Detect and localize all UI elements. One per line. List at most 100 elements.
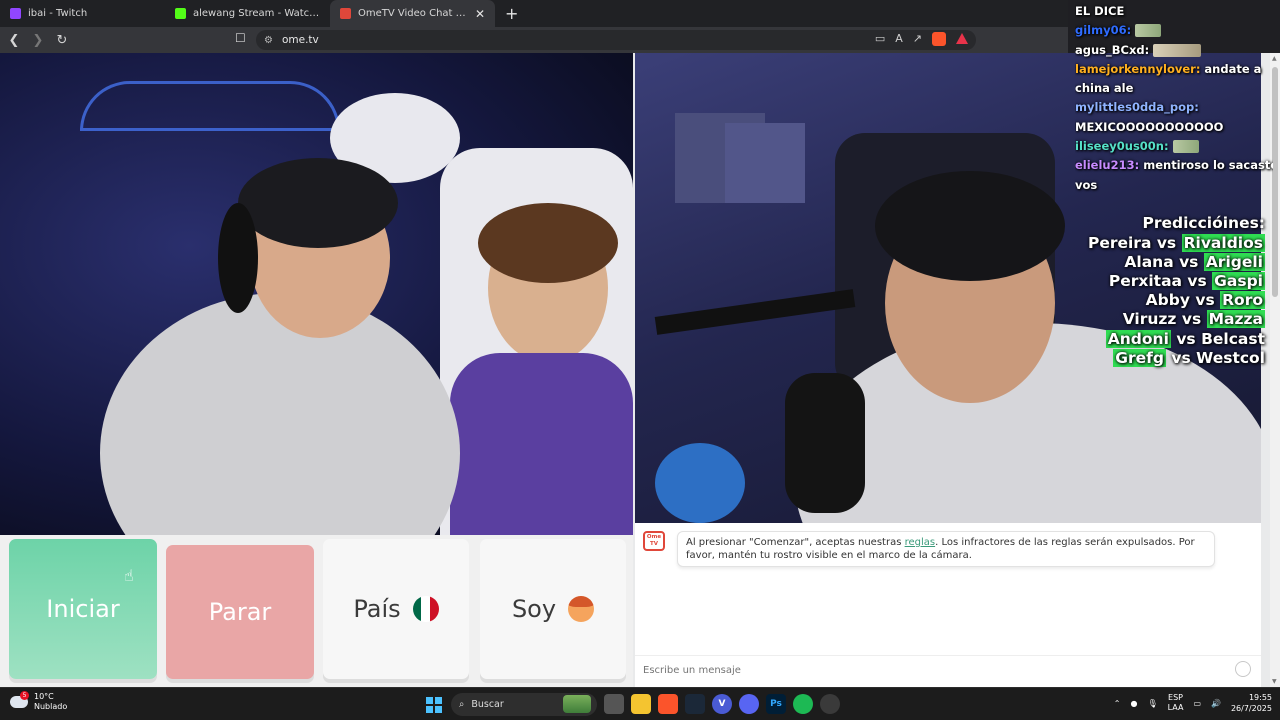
steam-icon[interactable] [685, 694, 705, 714]
new-tab-button[interactable]: + [495, 0, 528, 27]
volume-icon[interactable]: 🔊 [1211, 699, 1221, 708]
neon-light [80, 81, 340, 131]
brave-browser-icon[interactable] [658, 694, 678, 714]
tray-overflow-icon[interactable]: ⌃ [1114, 699, 1121, 708]
microphone-icon[interactable]: 🎙 [1147, 699, 1157, 708]
start-label: Iniciar [46, 595, 120, 623]
start-button[interactable]: Iniciar [9, 539, 157, 679]
prediction-line: Pereira vs Rivaldios [1068, 233, 1265, 253]
twitch-icon [10, 8, 21, 19]
chat-message: iliseey0us00n: [1075, 137, 1273, 156]
prediction-vs: vs [1181, 310, 1202, 329]
stop-label: Parar [208, 598, 272, 626]
notification-badge: 5 [20, 691, 29, 700]
ometv-icon [340, 8, 351, 19]
system-tray: ⌃ ● 🎙 ESP LAA ▭ 🔊 19:55 26/7/2025 [1114, 692, 1272, 714]
network-icon[interactable]: ▭ [1193, 699, 1201, 708]
chat-username: mylittles0dda_pop: [1075, 100, 1199, 115]
rules-link[interactable]: reglas [905, 537, 936, 548]
microphone-arm [654, 289, 856, 335]
person-beanie [238, 158, 398, 248]
discord-icon[interactable] [739, 694, 759, 714]
message-composer [635, 655, 1261, 683]
cast-icon[interactable]: ▭ [875, 32, 885, 46]
stop-button[interactable]: Parar [166, 545, 314, 679]
clock-date: 26/7/2025 [1230, 704, 1272, 713]
pillow-shirt [450, 353, 633, 535]
url-field[interactable]: ⚙ ome.tv ▭ A ↗ [256, 30, 976, 50]
wall-frame [725, 123, 805, 203]
chat-text: mentiroso lo sacaste [1143, 158, 1273, 173]
weather-widget[interactable]: 5 10°C Nublado [10, 691, 67, 712]
kick-icon [175, 8, 186, 19]
search-label: Buscar [471, 699, 504, 710]
tray-app-icon[interactable]: ● [1130, 699, 1137, 708]
prediction-team-a: Alana [1124, 252, 1174, 271]
boy-emoji-icon [568, 596, 595, 622]
taskbar-search[interactable]: ⌕ Buscar [451, 693, 597, 716]
prediction-team-b: Rivaldios [1181, 233, 1265, 252]
tab-twitch[interactable]: ibai - Twitch [0, 0, 165, 27]
reload-icon[interactable]: ↻ [52, 33, 72, 48]
taskbar-apps: V Ps [604, 694, 840, 714]
browser-tab-bar: ibai - Twitch alewang Stream - Watch Liv… [0, 0, 1068, 27]
prediction-vs: vs [1171, 348, 1191, 367]
tab-ometv[interactable]: OmeTV Video Chat — Omegle ✕ [330, 0, 495, 27]
gender-label: Soy [511, 595, 557, 623]
prediction-team-a: Abby [1145, 291, 1190, 310]
tab-kick[interactable]: alewang Stream - Watch Live on Kick [165, 0, 330, 27]
brave-shields-icon[interactable] [932, 32, 946, 46]
back-arrow-icon[interactable]: ❮ [4, 33, 24, 48]
address-bar: ❮ ❯ ↻ ☐ ⚙ ome.tv ▭ A ↗ [0, 27, 1068, 53]
translate-icon[interactable]: A [895, 32, 903, 46]
emote-icon [1153, 43, 1202, 57]
prediction-vs: vs [1187, 271, 1207, 290]
close-tab-icon[interactable]: ✕ [475, 7, 485, 21]
emoji-icon[interactable] [1235, 661, 1251, 677]
prediction-team-b: Mazza [1206, 310, 1265, 329]
prediction-line: Alana vs Arigeli [1068, 252, 1265, 272]
country-label: País [353, 595, 401, 623]
rules-notice: Al presionar "Comenzar", aceptas nuestra… [677, 531, 1215, 567]
language-indicator[interactable]: ESP LAA [1168, 693, 1184, 713]
prediction-vs: vs [1176, 329, 1196, 348]
brave-rewards-icon[interactable] [956, 33, 968, 44]
chat-username: iliseey0us00n: [1075, 139, 1169, 154]
file-explorer-icon[interactable] [631, 694, 651, 714]
prediction-vs: vs [1195, 291, 1215, 310]
country-selector[interactable]: País [323, 539, 469, 679]
prediction-line: Abby vs Roro [1068, 291, 1265, 310]
site-settings-icon[interactable]: ⚙ [264, 35, 273, 46]
prediction-vs: vs [1156, 233, 1177, 252]
chat-message: china ale [1075, 79, 1273, 98]
pillow-hair [478, 203, 618, 283]
scroll-down-icon[interactable]: ▼ [1272, 678, 1277, 685]
clock[interactable]: 19:55 26/7/2025 [1231, 692, 1272, 714]
prediction-line: Perxitaa vs Gaspi [1068, 271, 1265, 291]
control-panel: Iniciar Parar País Soy [0, 535, 633, 687]
microphone [785, 373, 865, 513]
predictions-title: Prediccióines: [1142, 214, 1265, 232]
prediction-team-a: Perxitaa [1108, 271, 1183, 290]
prediction-vs: vs [1179, 252, 1199, 271]
chat-username: agus_BCxd: [1075, 42, 1150, 57]
bookmark-icon[interactable]: ☐ [235, 31, 246, 45]
share-icon[interactable]: ↗ [913, 32, 922, 46]
forward-arrow-icon[interactable]: ❯ [28, 33, 48, 48]
spotify-icon[interactable] [793, 694, 813, 714]
prediction-team-a: Viruzz [1122, 310, 1177, 329]
chat-message: mylittles0dda_pop: [1075, 98, 1273, 117]
obs-icon[interactable] [820, 694, 840, 714]
task-view-icon[interactable] [604, 694, 624, 714]
windows-start-icon[interactable] [426, 697, 442, 713]
vpn-icon[interactable]: V [712, 694, 732, 714]
chat-text: vos [1075, 177, 1098, 192]
chat-text: MEXICOOOOOOOOOOO [1075, 119, 1224, 134]
url-text: ome.tv [281, 34, 319, 46]
gender-selector[interactable]: Soy [480, 539, 626, 679]
chat-message: elielu213: mentiroso lo sacaste [1075, 156, 1273, 175]
message-input[interactable] [643, 661, 1223, 679]
photoshop-icon[interactable]: Ps [766, 694, 786, 714]
lang-top: ESP [1168, 693, 1184, 702]
notice-text-start: Al presionar "Comenzar", aceptas nuestra… [686, 537, 905, 548]
